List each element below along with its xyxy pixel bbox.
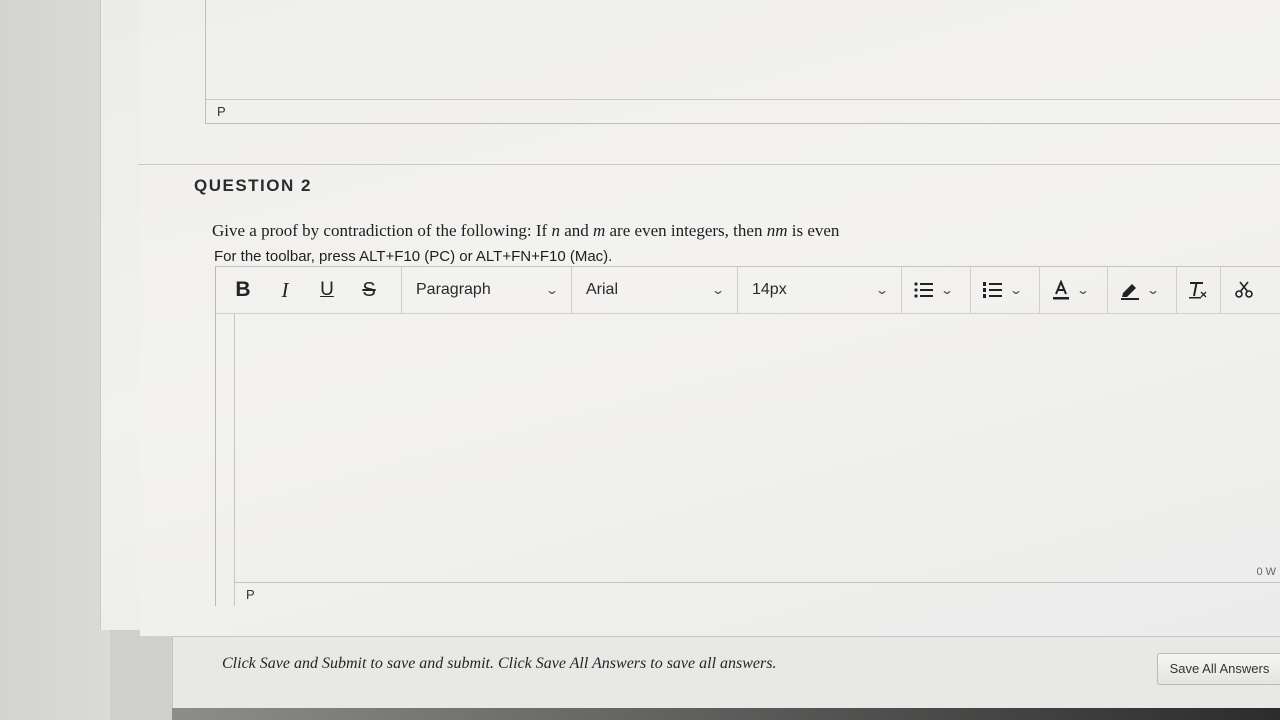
chevron-down-icon: ⌄ (939, 283, 955, 297)
strikethrough-button[interactable]: S (348, 279, 390, 302)
bold-button[interactable]: B (222, 278, 264, 302)
answer-text-area[interactable] (234, 314, 1280, 582)
highlighter-icon (1121, 284, 1139, 300)
question-divider (138, 164, 1280, 165)
scissors-icon (1235, 281, 1253, 298)
clear-formatting-button[interactable] (1177, 266, 1221, 314)
highlight-color-button[interactable]: ⌄ (1108, 266, 1177, 314)
format-buttons-group: B I U S (216, 266, 402, 314)
question-var-m: m (592, 221, 606, 240)
numbered-list-icon (983, 282, 1002, 298)
question-text: Give a proof by contradiction of the fol… (212, 221, 839, 241)
chevron-down-icon: ⌄ (1008, 283, 1024, 297)
previous-editor-statusbar: P (206, 99, 1280, 123)
numbered-list-button[interactable]: ⌄ (971, 266, 1040, 314)
bullet-list-button[interactable]: ⌄ (902, 266, 971, 314)
font-size-select[interactable]: 14px ⌄ (738, 266, 902, 314)
question-var-n: n (551, 221, 560, 240)
editor-element-path[interactable]: P (246, 587, 255, 602)
italic-button[interactable]: I (264, 278, 306, 303)
bullet-list-icon (914, 282, 933, 298)
chevron-down-icon: ⌄ (1075, 283, 1091, 297)
answer-editor: B I U S Paragraph ⌄ Arial ⌄ 14px ⌄ ⌄ ⌄ ⌄… (215, 266, 1280, 606)
chevron-down-icon: ⌄ (710, 283, 726, 297)
text-color-button[interactable]: ⌄ (1040, 266, 1108, 314)
question-text-part3: is even (787, 221, 840, 240)
editor-statusbar: P (234, 582, 1280, 606)
chevron-down-icon: ⌄ (1145, 283, 1161, 297)
previous-editor-element-path[interactable]: P (217, 104, 226, 119)
underline-button[interactable]: U (306, 279, 348, 301)
screen-bezel (172, 708, 1280, 720)
font-size-value: 14px (752, 281, 787, 298)
toolbar-hint: For the toolbar, press ALT+F10 (PC) or A… (214, 248, 613, 265)
font-family-select[interactable]: Arial ⌄ (572, 266, 738, 314)
clear-formatting-icon (1189, 282, 1207, 299)
block-format-select[interactable]: Paragraph ⌄ (402, 266, 572, 314)
question-text-part1: Give a proof by contradiction of the fol… (212, 221, 552, 240)
text-color-icon (1053, 280, 1069, 300)
question-text-and: and (559, 221, 593, 240)
outer-margin (0, 0, 110, 720)
question-var-nm: nm (766, 221, 788, 240)
footer-instructions: Click Save and Submit to save and submit… (222, 655, 777, 672)
font-family-value: Arial (586, 281, 619, 298)
block-format-value: Paragraph (416, 281, 491, 298)
chevron-down-icon: ⌄ (544, 283, 560, 297)
cut-button[interactable] (1221, 281, 1267, 299)
word-count: 0 W (1256, 566, 1276, 578)
editor-toolbar: B I U S Paragraph ⌄ Arial ⌄ 14px ⌄ ⌄ ⌄ ⌄… (216, 266, 1280, 314)
save-all-answers-button[interactable]: Save All Answers (1157, 653, 1280, 685)
previous-answer-editor[interactable]: P (205, 0, 1280, 124)
question-title: QUESTION 2 (194, 176, 312, 195)
chevron-down-icon: ⌄ (874, 283, 890, 297)
question-text-part2: are even integers, then (605, 221, 767, 240)
